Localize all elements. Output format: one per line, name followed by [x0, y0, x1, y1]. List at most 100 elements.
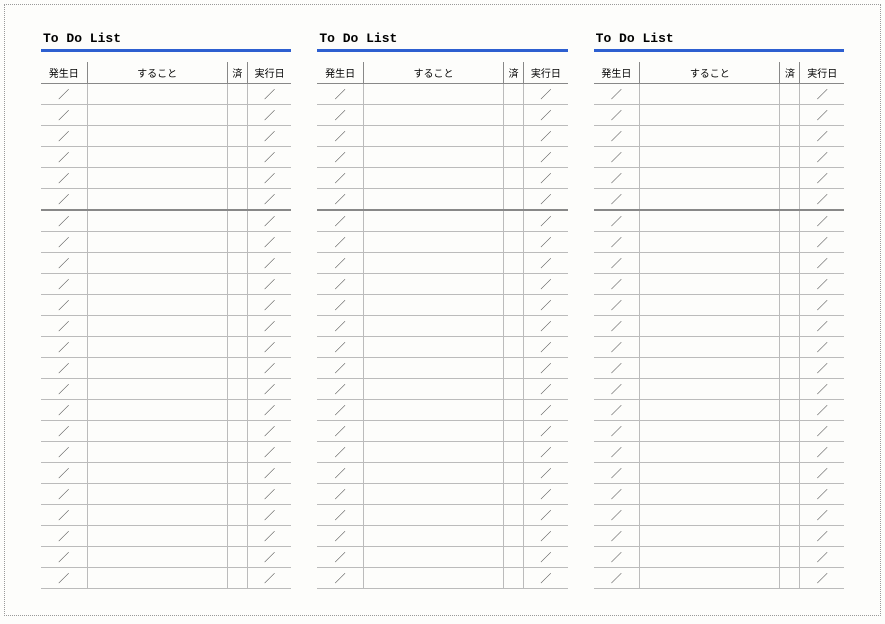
cell-task[interactable]	[640, 126, 780, 147]
cell-exec[interactable]: ／	[800, 295, 844, 316]
cell-exec[interactable]: ／	[524, 421, 568, 442]
cell-exec[interactable]: ／	[524, 210, 568, 232]
cell-exec[interactable]: ／	[800, 400, 844, 421]
cell-exec[interactable]: ／	[524, 105, 568, 126]
cell-date[interactable]: ／	[41, 337, 87, 358]
cell-exec[interactable]: ／	[247, 126, 291, 147]
cell-exec[interactable]: ／	[247, 253, 291, 274]
cell-date[interactable]: ／	[594, 274, 640, 295]
cell-done[interactable]	[504, 358, 524, 379]
cell-exec[interactable]: ／	[247, 463, 291, 484]
cell-task[interactable]	[87, 358, 227, 379]
cell-task[interactable]	[363, 189, 503, 211]
cell-exec[interactable]: ／	[800, 379, 844, 400]
cell-task[interactable]	[87, 379, 227, 400]
cell-task[interactable]	[87, 463, 227, 484]
cell-done[interactable]	[504, 147, 524, 168]
cell-task[interactable]	[87, 568, 227, 589]
cell-date[interactable]: ／	[317, 232, 363, 253]
cell-task[interactable]	[640, 232, 780, 253]
cell-date[interactable]: ／	[41, 253, 87, 274]
cell-task[interactable]	[363, 358, 503, 379]
cell-date[interactable]: ／	[594, 84, 640, 105]
cell-done[interactable]	[780, 400, 800, 421]
cell-done[interactable]	[780, 126, 800, 147]
cell-date[interactable]: ／	[317, 379, 363, 400]
cell-date[interactable]: ／	[317, 189, 363, 211]
cell-task[interactable]	[363, 232, 503, 253]
cell-date[interactable]: ／	[317, 442, 363, 463]
cell-task[interactable]	[87, 105, 227, 126]
cell-date[interactable]: ／	[594, 232, 640, 253]
cell-date[interactable]: ／	[317, 253, 363, 274]
cell-exec[interactable]: ／	[524, 568, 568, 589]
cell-done[interactable]	[227, 210, 247, 232]
cell-done[interactable]	[227, 147, 247, 168]
cell-done[interactable]	[227, 505, 247, 526]
cell-date[interactable]: ／	[41, 463, 87, 484]
cell-date[interactable]: ／	[41, 484, 87, 505]
cell-exec[interactable]: ／	[247, 316, 291, 337]
cell-done[interactable]	[504, 379, 524, 400]
cell-exec[interactable]: ／	[800, 358, 844, 379]
cell-done[interactable]	[504, 295, 524, 316]
cell-task[interactable]	[87, 505, 227, 526]
cell-task[interactable]	[363, 421, 503, 442]
cell-date[interactable]: ／	[594, 253, 640, 274]
cell-done[interactable]	[780, 358, 800, 379]
cell-date[interactable]: ／	[317, 463, 363, 484]
cell-date[interactable]: ／	[317, 84, 363, 105]
cell-date[interactable]: ／	[594, 189, 640, 211]
cell-date[interactable]: ／	[594, 105, 640, 126]
cell-done[interactable]	[780, 337, 800, 358]
cell-done[interactable]	[227, 253, 247, 274]
cell-done[interactable]	[504, 421, 524, 442]
cell-date[interactable]: ／	[317, 505, 363, 526]
cell-done[interactable]	[504, 505, 524, 526]
cell-exec[interactable]: ／	[800, 274, 844, 295]
cell-task[interactable]	[87, 189, 227, 211]
cell-exec[interactable]: ／	[247, 84, 291, 105]
cell-exec[interactable]: ／	[524, 337, 568, 358]
cell-exec[interactable]: ／	[524, 84, 568, 105]
cell-done[interactable]	[504, 232, 524, 253]
cell-date[interactable]: ／	[594, 379, 640, 400]
cell-date[interactable]: ／	[317, 337, 363, 358]
cell-exec[interactable]: ／	[524, 400, 568, 421]
cell-task[interactable]	[640, 210, 780, 232]
cell-task[interactable]	[87, 316, 227, 337]
cell-date[interactable]: ／	[317, 274, 363, 295]
cell-done[interactable]	[504, 484, 524, 505]
cell-task[interactable]	[640, 253, 780, 274]
cell-date[interactable]: ／	[41, 421, 87, 442]
cell-exec[interactable]: ／	[800, 105, 844, 126]
cell-exec[interactable]: ／	[524, 232, 568, 253]
cell-done[interactable]	[504, 253, 524, 274]
cell-done[interactable]	[780, 147, 800, 168]
cell-task[interactable]	[640, 568, 780, 589]
cell-exec[interactable]: ／	[247, 337, 291, 358]
cell-done[interactable]	[504, 210, 524, 232]
cell-date[interactable]: ／	[41, 232, 87, 253]
cell-task[interactable]	[87, 400, 227, 421]
cell-date[interactable]: ／	[317, 547, 363, 568]
cell-task[interactable]	[87, 526, 227, 547]
cell-date[interactable]: ／	[594, 400, 640, 421]
cell-exec[interactable]: ／	[524, 379, 568, 400]
cell-done[interactable]	[780, 379, 800, 400]
cell-done[interactable]	[227, 168, 247, 189]
cell-date[interactable]: ／	[317, 316, 363, 337]
cell-exec[interactable]: ／	[800, 526, 844, 547]
cell-date[interactable]: ／	[317, 421, 363, 442]
cell-task[interactable]	[363, 526, 503, 547]
cell-task[interactable]	[640, 84, 780, 105]
cell-exec[interactable]: ／	[800, 210, 844, 232]
cell-task[interactable]	[640, 442, 780, 463]
cell-task[interactable]	[363, 210, 503, 232]
cell-date[interactable]: ／	[41, 316, 87, 337]
cell-done[interactable]	[504, 442, 524, 463]
cell-date[interactable]: ／	[41, 105, 87, 126]
cell-date[interactable]: ／	[41, 358, 87, 379]
cell-exec[interactable]: ／	[247, 526, 291, 547]
cell-task[interactable]	[640, 421, 780, 442]
